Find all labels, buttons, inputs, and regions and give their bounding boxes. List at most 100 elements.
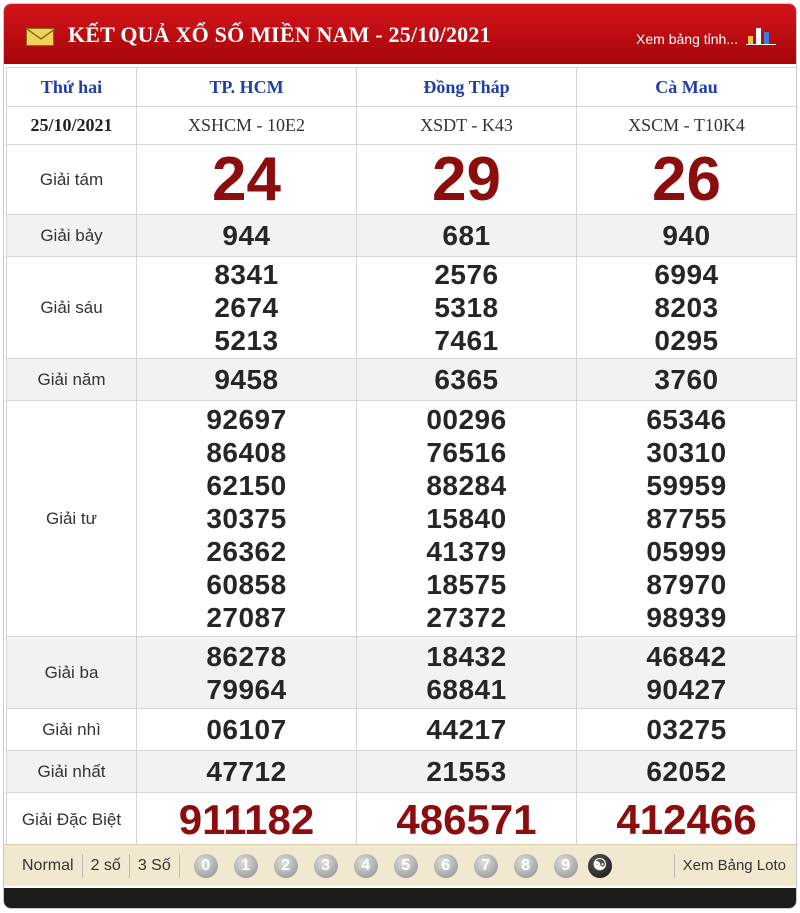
prize-number: 68841 bbox=[426, 673, 507, 705]
mode-3-digit-button[interactable]: 3 Số bbox=[130, 853, 180, 878]
province-code-row: 25/10/2021 XSHCM - 10E2 XSDT - K43 XSCM … bbox=[6, 106, 796, 145]
prize-cell: 24 bbox=[136, 144, 357, 215]
prize-cell: 6994 8203 0295 bbox=[576, 256, 796, 359]
prize-number: 46842 bbox=[646, 640, 727, 672]
prize-name: Giải ba bbox=[6, 636, 137, 709]
prize-cell: 29 bbox=[356, 144, 577, 215]
digit-9-button[interactable]: 9 bbox=[553, 853, 578, 878]
digit-5-button[interactable]: 5 bbox=[393, 853, 418, 878]
prize-number: 7461 bbox=[434, 325, 499, 356]
prize-number: 6994 bbox=[654, 259, 719, 290]
prize-row: Giải năm 9458 6365 3760 bbox=[6, 358, 796, 401]
prize-name: Giải nhất bbox=[6, 750, 137, 793]
prize-number: 412466 bbox=[616, 795, 757, 843]
prize-cell: 26 bbox=[576, 144, 796, 215]
mode-normal-button[interactable]: Normal bbox=[14, 853, 83, 878]
prize-cell: 6365 bbox=[356, 358, 577, 401]
prize-row: Giải ba 86278 79964 18432 68841 46842 90427 bbox=[6, 636, 796, 709]
digit-1-button[interactable]: 1 bbox=[233, 853, 258, 878]
prize-number: 44217 bbox=[426, 714, 507, 745]
prize-cell: 44217 bbox=[356, 708, 577, 751]
province-header-row: Thứ hai TP. HCM Đồng Tháp Cà Mau bbox=[6, 67, 796, 107]
prize-name: Giải năm bbox=[6, 358, 137, 401]
weekday-label: Thứ hai bbox=[6, 67, 137, 107]
digit-3-button[interactable]: 3 bbox=[313, 853, 338, 878]
prize-number: 18575 bbox=[426, 569, 507, 600]
province-name[interactable]: Đồng Tháp bbox=[356, 67, 577, 107]
prize-number: 15840 bbox=[426, 503, 507, 534]
prize-name: Giải bảy bbox=[6, 214, 137, 257]
prize-cell: 06107 bbox=[136, 708, 357, 751]
prize-cell: 86278 79964 bbox=[136, 636, 357, 709]
prize-cell: 911182 bbox=[136, 792, 357, 847]
mode-2-digit-button[interactable]: 2 số bbox=[83, 853, 130, 878]
prize-number: 9458 bbox=[214, 364, 279, 395]
footer-toolbar: Normal 2 số 3 Số 0123456789 ☯ Xem Bảng L… bbox=[4, 844, 796, 886]
draw-date: 25/10/2021 bbox=[6, 106, 137, 145]
prize-number: 88284 bbox=[426, 470, 507, 501]
prize-number: 27087 bbox=[206, 602, 287, 633]
prize-number: 98939 bbox=[646, 602, 727, 633]
prize-number: 27372 bbox=[426, 602, 507, 633]
page-title: KẾT QUẢ XỔ SỐ MIỀN NAM - 25/10/2021 bbox=[68, 22, 491, 47]
prize-number: 940 bbox=[662, 220, 711, 251]
prize-number: 86408 bbox=[206, 437, 287, 468]
prize-number: 2674 bbox=[214, 292, 279, 323]
prize-cell: 46842 90427 bbox=[576, 636, 796, 709]
bar-chart-icon[interactable] bbox=[746, 22, 776, 46]
prize-number: 30375 bbox=[206, 503, 287, 534]
prize-number: 87970 bbox=[646, 569, 727, 600]
prize-number: 29 bbox=[432, 144, 501, 214]
prize-number: 26362 bbox=[206, 536, 287, 567]
yin-yang-icon[interactable]: ☯ bbox=[587, 853, 612, 878]
digit-6-button[interactable]: 6 bbox=[433, 853, 458, 878]
prize-number: 47712 bbox=[206, 756, 287, 787]
digit-2-button[interactable]: 2 bbox=[273, 853, 298, 878]
prize-row: Giải tám 24 29 26 bbox=[6, 144, 796, 215]
prize-number: 59959 bbox=[646, 470, 727, 501]
prize-number: 60858 bbox=[206, 569, 287, 600]
prize-number: 0295 bbox=[654, 325, 719, 356]
prize-number: 911182 bbox=[178, 795, 315, 843]
prize-cell: 681 bbox=[356, 214, 577, 257]
prize-number: 944 bbox=[222, 220, 271, 251]
envelope-icon bbox=[26, 28, 55, 46]
digit-8-button[interactable]: 8 bbox=[513, 853, 538, 878]
prize-number: 00296 bbox=[426, 404, 507, 435]
view-loto-table-link[interactable]: Xem Bảng Loto bbox=[673, 853, 786, 878]
prize-name: Giải Đặc Biệt bbox=[6, 792, 137, 847]
digit-7-button[interactable]: 7 bbox=[473, 853, 498, 878]
digit-4-button[interactable]: 4 bbox=[353, 853, 378, 878]
province-code: XSDT - K43 bbox=[356, 106, 577, 145]
header-bar: KẾT QUẢ XỔ SỐ MIỀN NAM - 25/10/2021 Xem … bbox=[4, 4, 796, 64]
prize-number: 5213 bbox=[214, 325, 279, 356]
digit-filter: 0123456789 bbox=[193, 853, 594, 878]
prize-number: 5318 bbox=[434, 292, 499, 323]
prize-number: 92697 bbox=[206, 404, 287, 435]
prize-number: 24 bbox=[212, 144, 281, 214]
prize-name: Giải sáu bbox=[6, 256, 137, 359]
bottom-bar bbox=[4, 888, 796, 908]
prize-cell: 8341 2674 5213 bbox=[136, 256, 357, 359]
results-table: Thứ hai TP. HCM Đồng Tháp Cà Mau 25/10/2… bbox=[6, 67, 796, 847]
prize-cell: 03275 bbox=[576, 708, 796, 751]
prize-cell: 412466 bbox=[576, 792, 796, 847]
prize-number: 03275 bbox=[646, 714, 727, 745]
view-province-table-link[interactable]: Xem bảng tỉnh... bbox=[636, 31, 738, 47]
prize-number: 41379 bbox=[426, 536, 507, 567]
province-name[interactable]: TP. HCM bbox=[136, 67, 357, 107]
prize-number: 2576 bbox=[434, 259, 499, 290]
prize-cell: 21553 bbox=[356, 750, 577, 793]
prize-number: 90427 bbox=[646, 673, 727, 705]
prize-cell: 486571 bbox=[356, 792, 577, 847]
prize-number: 6365 bbox=[434, 364, 499, 395]
prize-cell: 65346 30310 59959 87755 05999 87970 98939 bbox=[576, 400, 796, 637]
prize-number: 3760 bbox=[654, 364, 719, 395]
prize-name: Giải tư bbox=[6, 400, 137, 637]
prize-cell: 47712 bbox=[136, 750, 357, 793]
prize-row: Giải nhất 47712 21553 62052 bbox=[6, 750, 796, 793]
digit-0-button[interactable]: 0 bbox=[193, 853, 218, 878]
prize-number: 76516 bbox=[426, 437, 507, 468]
prize-row: Giải nhì 06107 44217 03275 bbox=[6, 708, 796, 751]
province-name[interactable]: Cà Mau bbox=[576, 67, 796, 107]
